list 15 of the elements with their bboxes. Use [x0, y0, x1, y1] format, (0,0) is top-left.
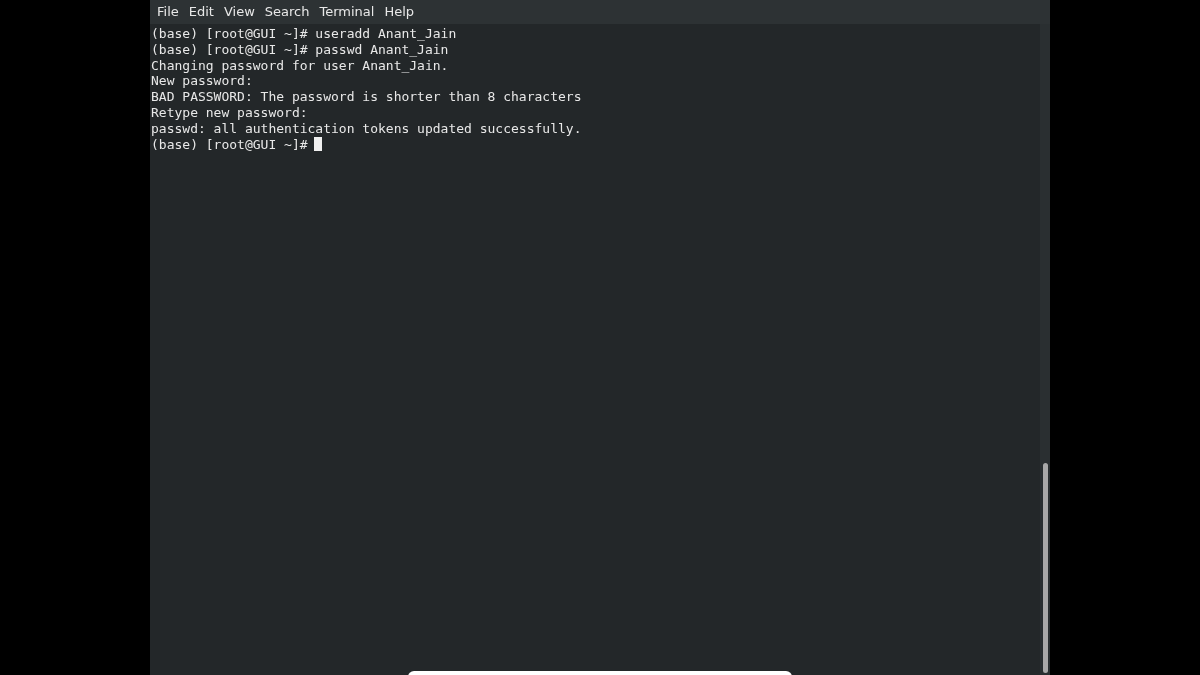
menu-item[interactable]: Help	[379, 2, 420, 22]
menu-item[interactable]: File	[152, 2, 184, 22]
menu-item[interactable]: View	[218, 2, 260, 22]
terminal-line: (base) [root@GUI ~]# passwd Anant_Jain	[151, 41, 449, 58]
scrollbar-thumb[interactable]	[1042, 463, 1048, 673]
terminal-line: passwd: all authentication tokens updated successfully.	[151, 120, 582, 137]
menu-item[interactable]: Edit	[183, 2, 219, 22]
terminal-line: (base) [root@GUI ~]#	[151, 136, 308, 153]
terminal-line: (base) [root@GUI ~]# useradd Anant_Jain	[151, 26, 457, 42]
terminal-line: New password:	[151, 73, 253, 90]
terminal-line: Retype new password:	[151, 105, 308, 121]
terminal-line: BAD PASSWORD: The password is shorter than 8 characters	[151, 89, 582, 105]
menu-item[interactable]: Terminal	[314, 2, 380, 22]
menu-item[interactable]: Search	[259, 2, 315, 22]
terminal-line: Changing password for user Anant_Jain.	[151, 57, 449, 74]
